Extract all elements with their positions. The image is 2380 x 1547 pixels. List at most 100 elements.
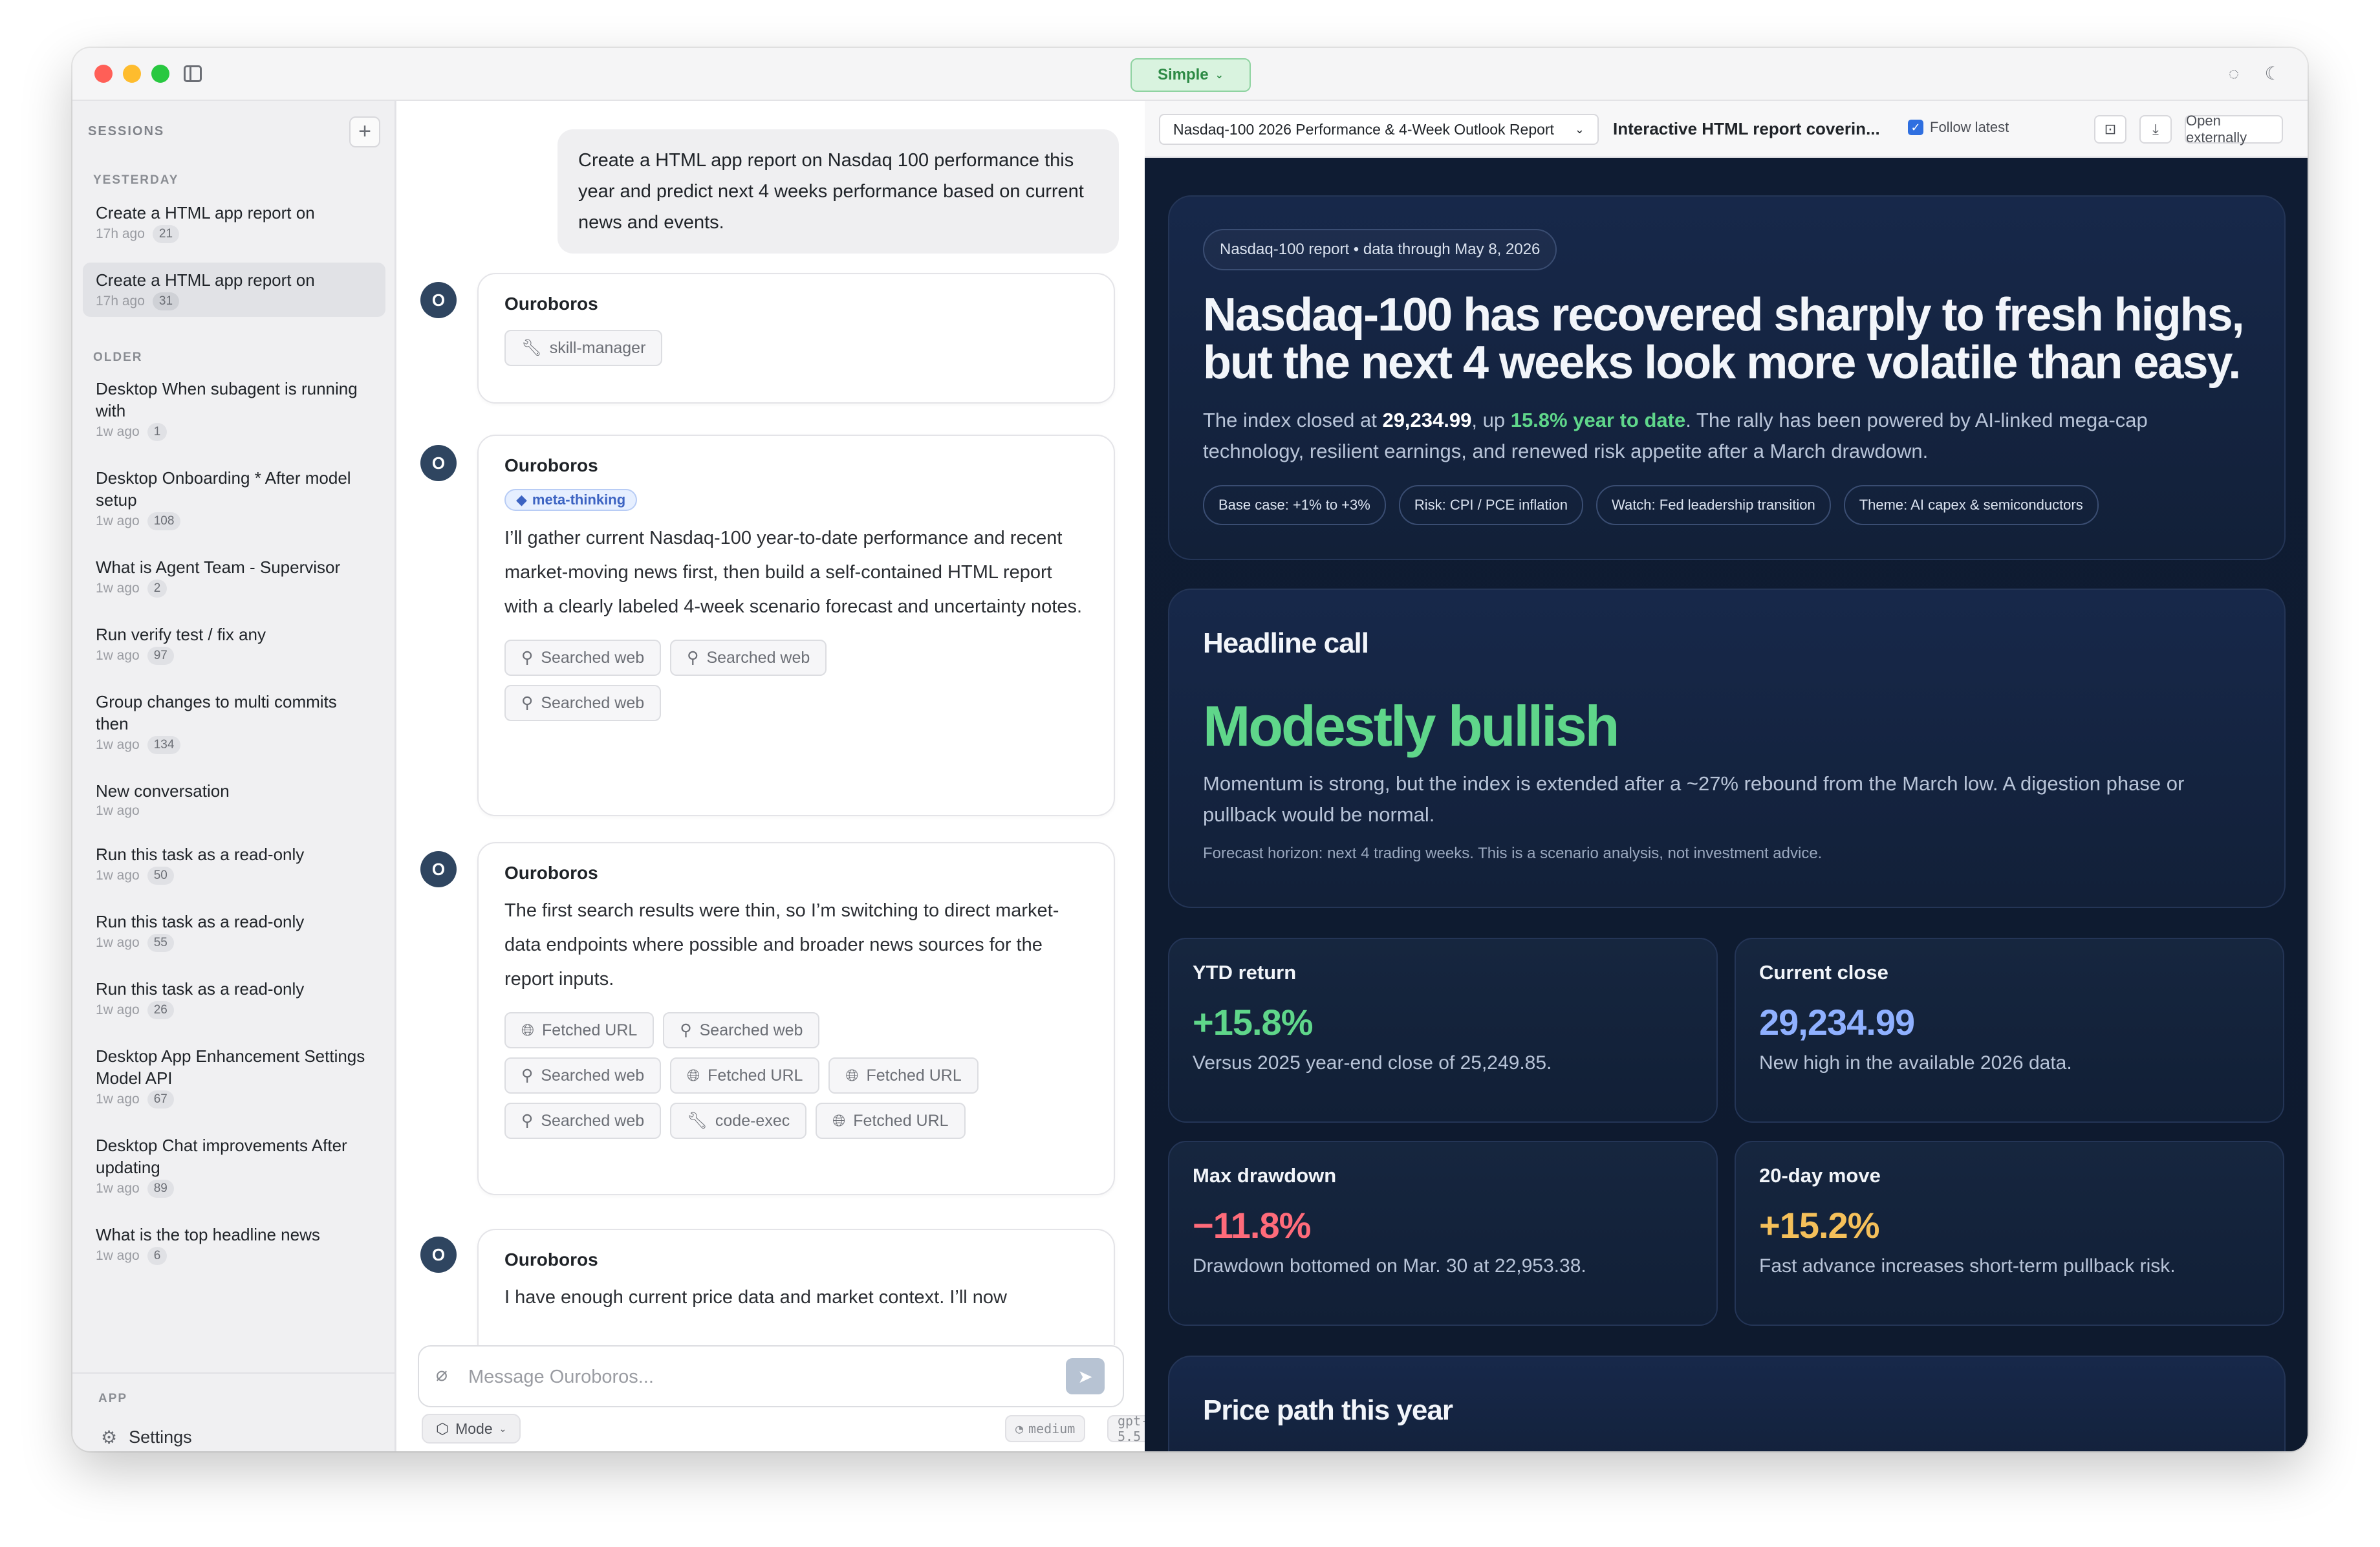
session-time: 1w ago (96, 803, 140, 818)
globe-icon: 🌐︎ (832, 1111, 846, 1130)
mode-button[interactable]: ⬡ Mode ⌄ (422, 1414, 521, 1444)
session-item[interactable]: Desktop App Enhancement Settings Model A… (83, 1039, 385, 1115)
session-count-badge: 26 (147, 1001, 174, 1019)
tool-chip[interactable]: 🌐︎ Fetched URL (816, 1103, 966, 1139)
outlook-tag: Risk: CPI / PCE inflation (1398, 485, 1584, 525)
open-externally-button[interactable]: Open externally (2185, 113, 2283, 146)
check-icon[interactable]: ✓ (1908, 120, 1923, 135)
assistant-name: Ouroboros (504, 455, 598, 475)
session-time: 1w ago (96, 1181, 140, 1196)
session-item[interactable]: Group changes to multi commits then 1w a… (83, 684, 385, 761)
app-window: Simple ⌄ ◌ ☾ SESSIONS + YESTERDAY Create… (72, 48, 2308, 1451)
session-item[interactable]: New conversation 1w ago (83, 774, 385, 825)
minimize-window-button[interactable] (123, 65, 141, 83)
group-label-yesterday: YESTERDAY (93, 173, 179, 187)
tool-chip[interactable]: ⚲ Searched web (504, 1103, 662, 1139)
report-lead: The index closed at 29,234.99, up 15.8% … (1203, 405, 2251, 467)
preview-toolbar: Nasdaq-100 2026 Performance & 4-Week Out… (1145, 101, 2308, 158)
stat-card-ytd: YTD return +15.8% Versus 2025 year-end c… (1168, 938, 1718, 1123)
tool-chip[interactable]: ⚲ Searched web (504, 1057, 662, 1094)
chevron-down-icon: ⌄ (499, 1423, 507, 1434)
session-time: 1w ago (96, 514, 140, 528)
paperclip-icon[interactable]: ⌀ (436, 1363, 448, 1386)
session-time: 1w ago (96, 648, 140, 663)
session-item[interactable]: Run this task as a read-only 1w ago 50 (83, 837, 385, 891)
session-title: Desktop Chat improvements After updating (96, 1136, 347, 1177)
new-session-button[interactable]: + (349, 116, 380, 147)
session-item[interactable]: Run this task as a read-only 1w ago 26 (83, 971, 385, 1026)
tool-chip[interactable]: 🌐︎ Fetched URL (504, 1012, 654, 1048)
session-item-active[interactable]: Create a HTML app report on 17h ago 31 (83, 263, 385, 317)
session-title: What is the top headline news (96, 1225, 320, 1244)
chip-label: Fetched URL (708, 1066, 803, 1085)
session-time: 1w ago (96, 1002, 140, 1017)
session-title: Run this task as a read-only (96, 912, 305, 931)
report-select[interactable]: Nasdaq-100 2026 Performance & 4-Week Out… (1159, 114, 1599, 145)
close-window-button[interactable] (94, 65, 113, 83)
session-item[interactable]: What is the top headline news 1w ago 6 (83, 1217, 385, 1271)
tool-chip[interactable]: 🌐︎ Fetched URL (828, 1057, 979, 1094)
mode-selector[interactable]: Simple ⌄ (1130, 58, 1251, 92)
meta-thinking-tag[interactable]: ◆ meta-thinking (504, 489, 638, 511)
download-button[interactable]: ⤓ (2139, 115, 2172, 144)
sidebar-toggle-icon[interactable] (184, 65, 202, 82)
group-label-older: OLDER (93, 351, 143, 364)
send-button[interactable]: ➤ (1066, 1358, 1105, 1394)
chip-label: skill-manager (549, 338, 646, 357)
session-time: 1w ago (96, 1248, 140, 1263)
session-item[interactable]: Run this task as a read-only 1w ago 55 (83, 904, 385, 958)
follow-latest-toggle[interactable]: ✓ Follow latest (1908, 119, 2009, 136)
search-icon: ⚲ (521, 649, 534, 667)
tool-chip[interactable]: ⚲ Searched web (504, 640, 662, 676)
report-select-value: Nasdaq-100 2026 Performance & 4-Week Out… (1173, 120, 1554, 138)
outlook-tag: Theme: AI capex & semiconductors (1843, 485, 2099, 525)
chip-label: Searched web (706, 648, 810, 667)
code-view-button[interactable]: ⊡ (2094, 115, 2126, 144)
sidebar-footer: APP ⚙ Settings (72, 1372, 396, 1451)
session-title: Desktop App Enhancement Settings Model A… (96, 1046, 365, 1088)
chevron-down-icon: ⌄ (1574, 122, 1585, 136)
tool-chip[interactable]: 🌐︎ Fetched URL (670, 1057, 820, 1094)
session-item[interactable]: What is Agent Team - Supervisor 1w ago 2 (83, 550, 385, 604)
tool-chip[interactable]: ⚲ Searched web (663, 1012, 820, 1048)
tool-chip[interactable]: ⚲ Searched web (504, 685, 662, 721)
session-title: Run verify test / fix any (96, 625, 266, 644)
session-item[interactable]: Desktop When subagent is running with 1w… (83, 371, 385, 448)
stat-card-drawdown: Max drawdown −11.8% Drawdown bottomed on… (1168, 1141, 1718, 1326)
session-item[interactable]: Desktop Chat improvements After updating… (83, 1128, 385, 1204)
session-title: Create a HTML app report on (96, 203, 315, 222)
session-item[interactable]: Run verify test / fix any 1w ago 97 (83, 617, 385, 671)
message-input[interactable] (468, 1362, 1050, 1392)
tool-chip[interactable]: 🔧︎ code-exec (670, 1103, 807, 1139)
session-time: 1w ago (96, 935, 140, 950)
headline-call: Modestly bullish (1203, 694, 1619, 758)
follow-latest-label: Follow latest (1930, 119, 2009, 135)
session-item[interactable]: Create a HTML app report on 17h ago 21 (83, 195, 385, 250)
session-count-badge: 6 (147, 1247, 168, 1265)
chip-label: Searched web (541, 1066, 645, 1085)
search-icon: ⚲ (521, 1066, 534, 1085)
outlook-tag: Watch: Fed leadership transition (1596, 485, 1831, 525)
spinner-icon[interactable]: ◌ (2223, 63, 2244, 84)
tool-chip[interactable]: ⚲ Searched web (670, 640, 827, 676)
session-count-badge: 21 (152, 225, 180, 243)
globe-icon: 🌐︎ (521, 1021, 535, 1039)
tool-chip[interactable]: 🔧︎ skill-manager (504, 330, 663, 366)
session-count-badge: 134 (147, 736, 181, 754)
session-title: Desktop Onboarding * After model setup (96, 468, 351, 510)
session-title: Run this task as a read-only (96, 979, 305, 999)
zoom-window-button[interactable] (151, 65, 169, 83)
session-title: Group changes to multi commits then (96, 692, 337, 733)
session-count-badge: 50 (147, 867, 174, 885)
tag-label: meta-thinking (532, 492, 626, 508)
effort-selector[interactable]: ◔ medium (1005, 1415, 1086, 1442)
stat-sub: Fast advance increases short-term pullba… (1759, 1255, 2176, 1277)
settings-button[interactable]: ⚙ Settings (101, 1427, 192, 1448)
chip-label: code-exec (715, 1111, 790, 1130)
search-icon: ⚲ (680, 1021, 692, 1039)
title-bar: Simple ⌄ ◌ ☾ (72, 48, 2308, 101)
assistant-message: Ouroboros The first search results were … (477, 842, 1115, 1195)
session-time: 1w ago (96, 868, 140, 883)
session-item[interactable]: Desktop Onboarding * After model setup 1… (83, 460, 385, 537)
moon-icon[interactable]: ☾ (2262, 63, 2283, 84)
